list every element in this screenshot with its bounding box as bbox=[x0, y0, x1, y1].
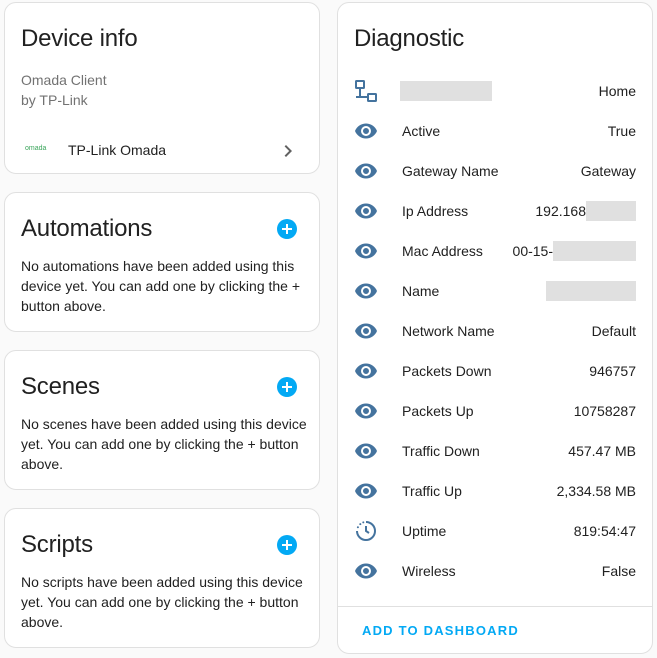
diagnostic-value-redacted: 00-15- bbox=[513, 241, 636, 261]
diagnostic-row-ip-address[interactable]: Ip Address 192.168 bbox=[338, 191, 652, 231]
diagnostic-label: Wireless bbox=[402, 563, 456, 579]
automations-empty-text: No automations have been added using thi… bbox=[21, 258, 301, 314]
diagnostic-row-gateway-name[interactable]: Gateway Name Gateway bbox=[338, 151, 652, 191]
diagnostic-value: Home bbox=[598, 83, 636, 99]
diagnostic-label: Network Name bbox=[402, 323, 495, 339]
eye-icon bbox=[355, 163, 377, 179]
diagnostic-value: 946757 bbox=[589, 363, 636, 379]
add-to-dashboard-button[interactable]: ADD TO DASHBOARD bbox=[362, 623, 519, 638]
diagnostic-row-traffic-up[interactable]: Traffic Up 2,334.58 MB bbox=[338, 471, 652, 511]
diagnostic-value: 192.168 bbox=[535, 203, 586, 219]
diagnostic-value: 00-15- bbox=[512, 243, 553, 259]
diagnostic-row-name[interactable]: Name bbox=[338, 271, 652, 311]
device-manufacturer: by TP-Link bbox=[21, 92, 88, 108]
diagnostic-label: Uptime bbox=[402, 523, 447, 539]
eye-icon bbox=[355, 403, 377, 419]
device-model: Omada Client bbox=[21, 72, 107, 88]
diagnostic-label: Packets Down bbox=[402, 363, 492, 379]
diagnostic-value: 10758287 bbox=[573, 403, 636, 419]
chevron-right-icon bbox=[284, 145, 292, 157]
redacted-value bbox=[586, 201, 636, 221]
redacted-value bbox=[546, 281, 636, 301]
integration-name: TP-Link Omada bbox=[68, 142, 167, 158]
scripts-title: Scripts bbox=[21, 531, 93, 558]
diagnostic-label: Gateway Name bbox=[402, 163, 499, 179]
lan-icon bbox=[355, 80, 377, 102]
diagnostic-title: Diagnostic bbox=[354, 25, 465, 52]
automations-title: Automations bbox=[21, 215, 153, 242]
diagnostic-value: True bbox=[607, 123, 636, 139]
eye-icon bbox=[355, 363, 377, 379]
automations-card: Automations No automations have been add… bbox=[4, 192, 320, 332]
diagnostic-label: Active bbox=[402, 123, 441, 139]
device-info-title: Device info bbox=[21, 25, 138, 52]
integration-link[interactable]: omada TP-Link Omada bbox=[5, 131, 319, 171]
omada-logo-icon: omada bbox=[25, 145, 47, 152]
scripts-card: Scripts No scripts have been added using… bbox=[4, 508, 320, 648]
eye-icon bbox=[355, 323, 377, 339]
diagnostic-row-packets-down[interactable]: Packets Down 946757 bbox=[338, 351, 652, 391]
diagnostic-value: 2,334.58 MB bbox=[556, 483, 636, 499]
diagnostic-value: False bbox=[601, 563, 636, 579]
diagnostic-row-wireless[interactable]: Wireless False bbox=[338, 551, 652, 591]
diagnostic-label: Traffic Down bbox=[402, 443, 480, 459]
add-scene-button[interactable] bbox=[275, 375, 299, 399]
diagnostic-row-network-name[interactable]: Network Name Default bbox=[338, 311, 652, 351]
device-info-card: Device info Omada Client by TP-Link omad… bbox=[4, 2, 320, 174]
diagnostic-value: Default bbox=[591, 323, 636, 339]
card-divider bbox=[338, 606, 652, 607]
diagnostic-label: Name bbox=[402, 283, 440, 299]
eye-icon bbox=[355, 563, 377, 579]
scenes-title: Scenes bbox=[21, 373, 100, 400]
diagnostic-row-packets-up[interactable]: Packets Up 10758287 bbox=[338, 391, 652, 431]
diagnostic-value-redacted: 192.168 bbox=[535, 201, 636, 221]
diagnostic-row-active[interactable]: Active True bbox=[338, 111, 652, 151]
eye-icon bbox=[355, 123, 377, 139]
diagnostic-label: Mac Address bbox=[402, 243, 483, 259]
diagnostic-value: 819:54:47 bbox=[573, 523, 636, 539]
diagnostic-value: Gateway bbox=[580, 163, 636, 179]
scenes-card: Scenes No scenes have been added using t… bbox=[4, 350, 320, 490]
diagnostic-value: 457.47 MB bbox=[568, 443, 636, 459]
diagnostic-row-mac-address[interactable]: Mac Address 00-15- bbox=[338, 231, 652, 271]
diagnostic-row-traffic-down[interactable]: Traffic Down 457.47 MB bbox=[338, 431, 652, 471]
eye-icon bbox=[355, 483, 377, 499]
add-automation-button[interactable] bbox=[275, 217, 299, 241]
eye-icon bbox=[355, 443, 377, 459]
eye-icon bbox=[355, 283, 377, 299]
eye-icon bbox=[355, 243, 377, 259]
diagnostic-label: Packets Up bbox=[402, 403, 474, 419]
diagnostic-row-network[interactable]: Home bbox=[338, 71, 652, 111]
scenes-empty-text: No scenes have been added using this dev… bbox=[21, 416, 307, 472]
redacted-value bbox=[553, 241, 636, 261]
diagnostic-card: Diagnostic Home Active True Gateway Name… bbox=[337, 2, 653, 654]
diagnostic-label: Ip Address bbox=[402, 203, 469, 219]
diagnostic-label: Traffic Up bbox=[402, 483, 462, 499]
add-script-button[interactable] bbox=[275, 533, 299, 557]
diagnostic-row-uptime[interactable]: Uptime 819:54:47 bbox=[338, 511, 652, 551]
scripts-empty-text: No scripts have been added using this de… bbox=[21, 574, 303, 630]
redacted-label bbox=[400, 81, 492, 101]
eye-icon bbox=[355, 203, 377, 219]
timer-icon bbox=[356, 521, 376, 541]
